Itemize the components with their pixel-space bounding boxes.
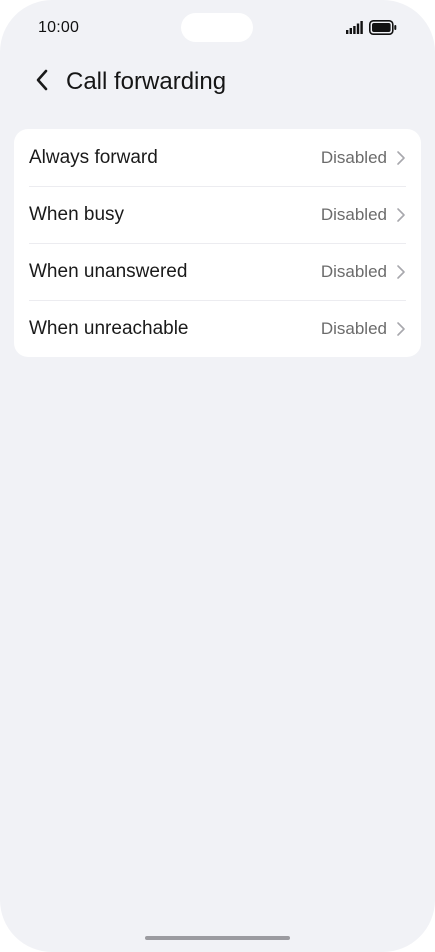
page-title: Call forwarding	[66, 68, 227, 95]
setting-label: When busy	[29, 203, 125, 225]
setting-status: Disabled	[320, 147, 387, 167]
chevron-right-icon	[396, 321, 406, 337]
signal-icon	[346, 21, 364, 39]
back-button[interactable]	[28, 66, 56, 98]
home-indicator[interactable]	[145, 936, 290, 940]
chevron-right-icon	[396, 207, 406, 223]
setting-always-forward[interactable]: Always forward Disabled	[14, 129, 421, 186]
setting-status: Disabled	[320, 318, 387, 338]
setting-label: Always forward	[29, 146, 158, 168]
setting-label: When unreachable	[29, 317, 189, 339]
chevron-right-icon	[396, 150, 406, 166]
header: Call forwarding	[0, 56, 435, 108]
chevron-right-icon	[396, 264, 406, 280]
setting-when-unanswered[interactable]: When unanswered Disabled	[14, 243, 421, 300]
setting-when-busy[interactable]: When busy Disabled	[14, 186, 421, 243]
status-bar: 10:00	[0, 0, 435, 56]
chevron-left-icon	[35, 68, 49, 97]
setting-when-unreachable[interactable]: When unreachable Disabled	[14, 300, 421, 357]
battery-icon	[369, 20, 397, 40]
setting-status: Disabled	[320, 261, 387, 281]
setting-status: Disabled	[320, 204, 387, 224]
dynamic-island	[181, 13, 253, 42]
phone-screen: 10:00 Call forwarding Always forward Dis…	[0, 0, 435, 952]
status-time: 10:00	[38, 19, 80, 36]
setting-label: When unanswered	[29, 260, 188, 282]
settings-list: Always forward Disabled When busy Disabl…	[14, 129, 421, 357]
